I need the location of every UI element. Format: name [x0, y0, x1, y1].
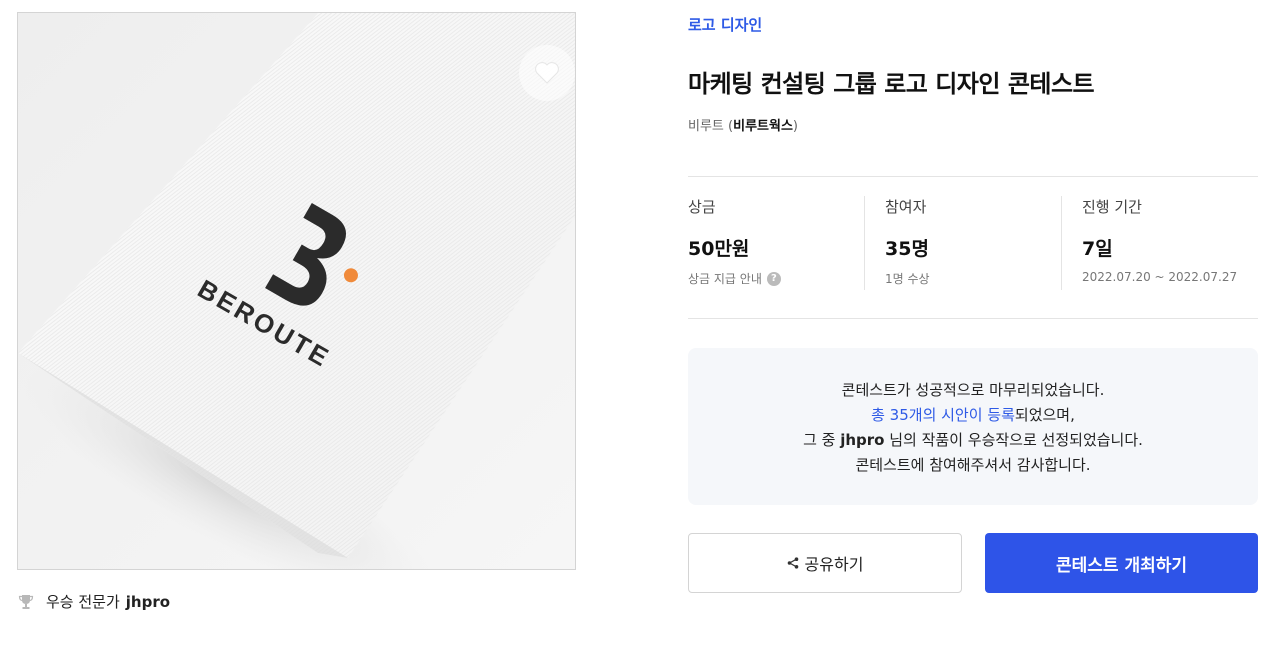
- heart-icon: [535, 62, 559, 84]
- notice-line-1: 콘테스트가 성공적으로 마무리되었습니다.: [841, 381, 1105, 399]
- divider-top: [688, 176, 1258, 177]
- trophy-icon: [18, 594, 36, 610]
- stat-period: 진행 기간 7일 2022.07.20 ~ 2022.07.27: [1082, 196, 1262, 284]
- notice-line-3: 그 중 jhpro 님의 작품이 우승작으로 선정되었습니다.: [803, 431, 1143, 449]
- contest-category[interactable]: 로고 디자인: [688, 14, 762, 35]
- contest-title: 마케팅 컨설팅 그룹 로고 디자인 콘테스트: [688, 70, 1095, 98]
- stat-prize-value: 50만원: [688, 238, 750, 260]
- notice-winner-name: jhpro: [840, 431, 885, 449]
- client-info: 비루트 (비루트웍스): [688, 119, 798, 134]
- divider-bottom: [688, 318, 1258, 319]
- stat-divider: [864, 196, 865, 290]
- stat-period-label: 진행 기간: [1082, 198, 1142, 216]
- prize-payment-info-label: 상금 지급 안내: [688, 272, 762, 286]
- stat-prize-label: 상금: [688, 198, 716, 216]
- share-button-label: 공유하기: [804, 555, 864, 574]
- prize-payment-info[interactable]: 상금 지급 안내 ?: [688, 270, 868, 287]
- help-icon[interactable]: ?: [766, 271, 781, 286]
- stat-participants-sub: 1명 수상: [885, 272, 930, 286]
- business-card-mockup: BEROUTE: [18, 13, 575, 569]
- stat-participants-label: 참여자: [885, 198, 927, 216]
- like-button[interactable]: [519, 45, 575, 101]
- winning-expert-label: 우승 전문가: [46, 593, 120, 611]
- client-name: 비루트: [688, 119, 724, 134]
- stat-period-dates: 2022.07.20 ~ 2022.07.27: [1082, 270, 1238, 284]
- submission-count-link[interactable]: 총 35개의 시안이 등록: [871, 406, 1015, 424]
- share-button[interactable]: 공유하기: [688, 533, 962, 593]
- contest-result-notice: 콘테스트가 성공적으로 마무리되었습니다. 총 35개의 시안이 등록되었으며,…: [688, 348, 1258, 505]
- winning-expert: 우승 전문가 jhpro: [18, 591, 170, 612]
- stat-participants: 참여자 35명 1명 수상: [885, 196, 1065, 287]
- host-contest-button[interactable]: 콘테스트 개최하기: [985, 533, 1258, 593]
- stat-prize: 상금 50만원 상금 지급 안내 ?: [688, 196, 868, 287]
- winning-expert-name[interactable]: jhpro: [126, 593, 170, 611]
- notice-line-4: 콘테스트에 참여해주셔서 감사합니다.: [855, 456, 1091, 474]
- host-contest-button-label: 콘테스트 개최하기: [1055, 555, 1188, 576]
- client-company: 비루트웍스: [733, 119, 793, 134]
- notice-line-2: 총 35개의 시안이 등록되었으며,: [871, 406, 1075, 424]
- winning-design-image: BEROUTE: [17, 12, 576, 570]
- stat-divider: [1061, 196, 1062, 290]
- stat-participants-value: 35명: [885, 238, 929, 260]
- stat-period-value: 7일: [1082, 238, 1113, 260]
- share-icon: [787, 557, 798, 569]
